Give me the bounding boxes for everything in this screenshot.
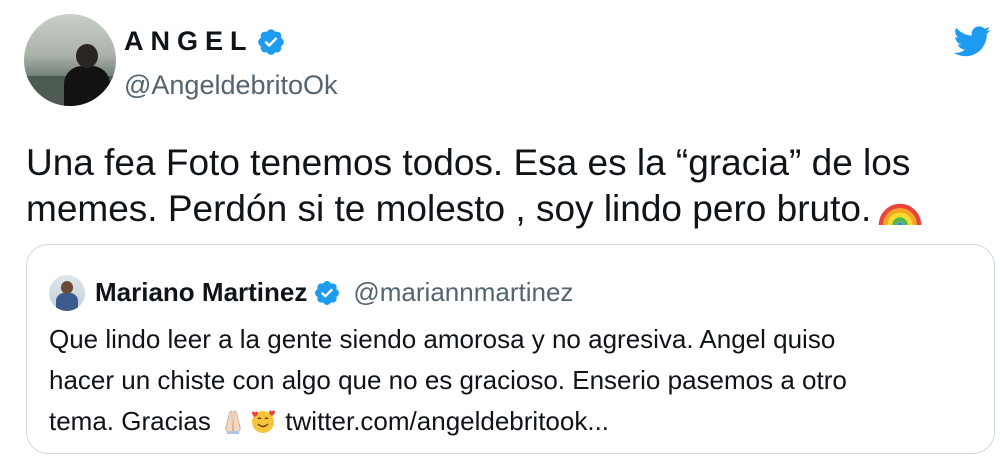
quoted-tweet[interactable]: Mariano Martinez @mariannmartinez Que li… [26, 244, 995, 454]
quoted-text-line: Que lindo leer a la gente siendo amorosa… [49, 324, 836, 354]
quoted-text-line: hacer un chiste con algo que no es graci… [49, 365, 847, 395]
rainbow-emoji-icon [879, 203, 922, 226]
quoted-author-name[interactable]: Mariano Martinez [95, 277, 307, 308]
quoted-tweet-link[interactable]: twitter.com/angeldebritook... [285, 406, 609, 436]
smiling-face-with-hearts-emoji-icon [252, 410, 276, 433]
author-handle[interactable]: @AngeldebritoOk [124, 70, 338, 101]
tweet-text-line: memes. Perdón si te molesto , soy lindo … [26, 186, 976, 232]
tweet-text-line: Una fea Foto tenemos todos. Esa es la “g… [26, 142, 911, 183]
quoted-author-handle[interactable]: @mariannmartinez [353, 277, 573, 308]
tweet-card: ANGEL @AngeldebritoOk Una fea Foto tenem… [0, 0, 1000, 462]
twitter-bird-icon[interactable] [950, 22, 994, 60]
quoted-text-line: tema. Gracias twitter.com/angeldebritook… [49, 406, 610, 436]
folded-hands-emoji-icon [225, 410, 241, 434]
author-name-text[interactable]: ANGEL [124, 26, 254, 57]
verified-badge-icon [315, 280, 340, 305]
author-display-name[interactable]: ANGEL [124, 26, 286, 57]
verified-badge-icon [257, 28, 284, 55]
tweet-text: Una fea Foto tenemos todos. Esa es la “g… [26, 140, 976, 232]
quoted-author-avatar[interactable] [49, 275, 85, 311]
author-avatar[interactable] [24, 14, 116, 106]
quoted-author-header[interactable]: Mariano Martinez @mariannmartinez [95, 277, 573, 308]
quoted-tweet-text: Que lindo leer a la gente siendo amorosa… [49, 319, 979, 442]
